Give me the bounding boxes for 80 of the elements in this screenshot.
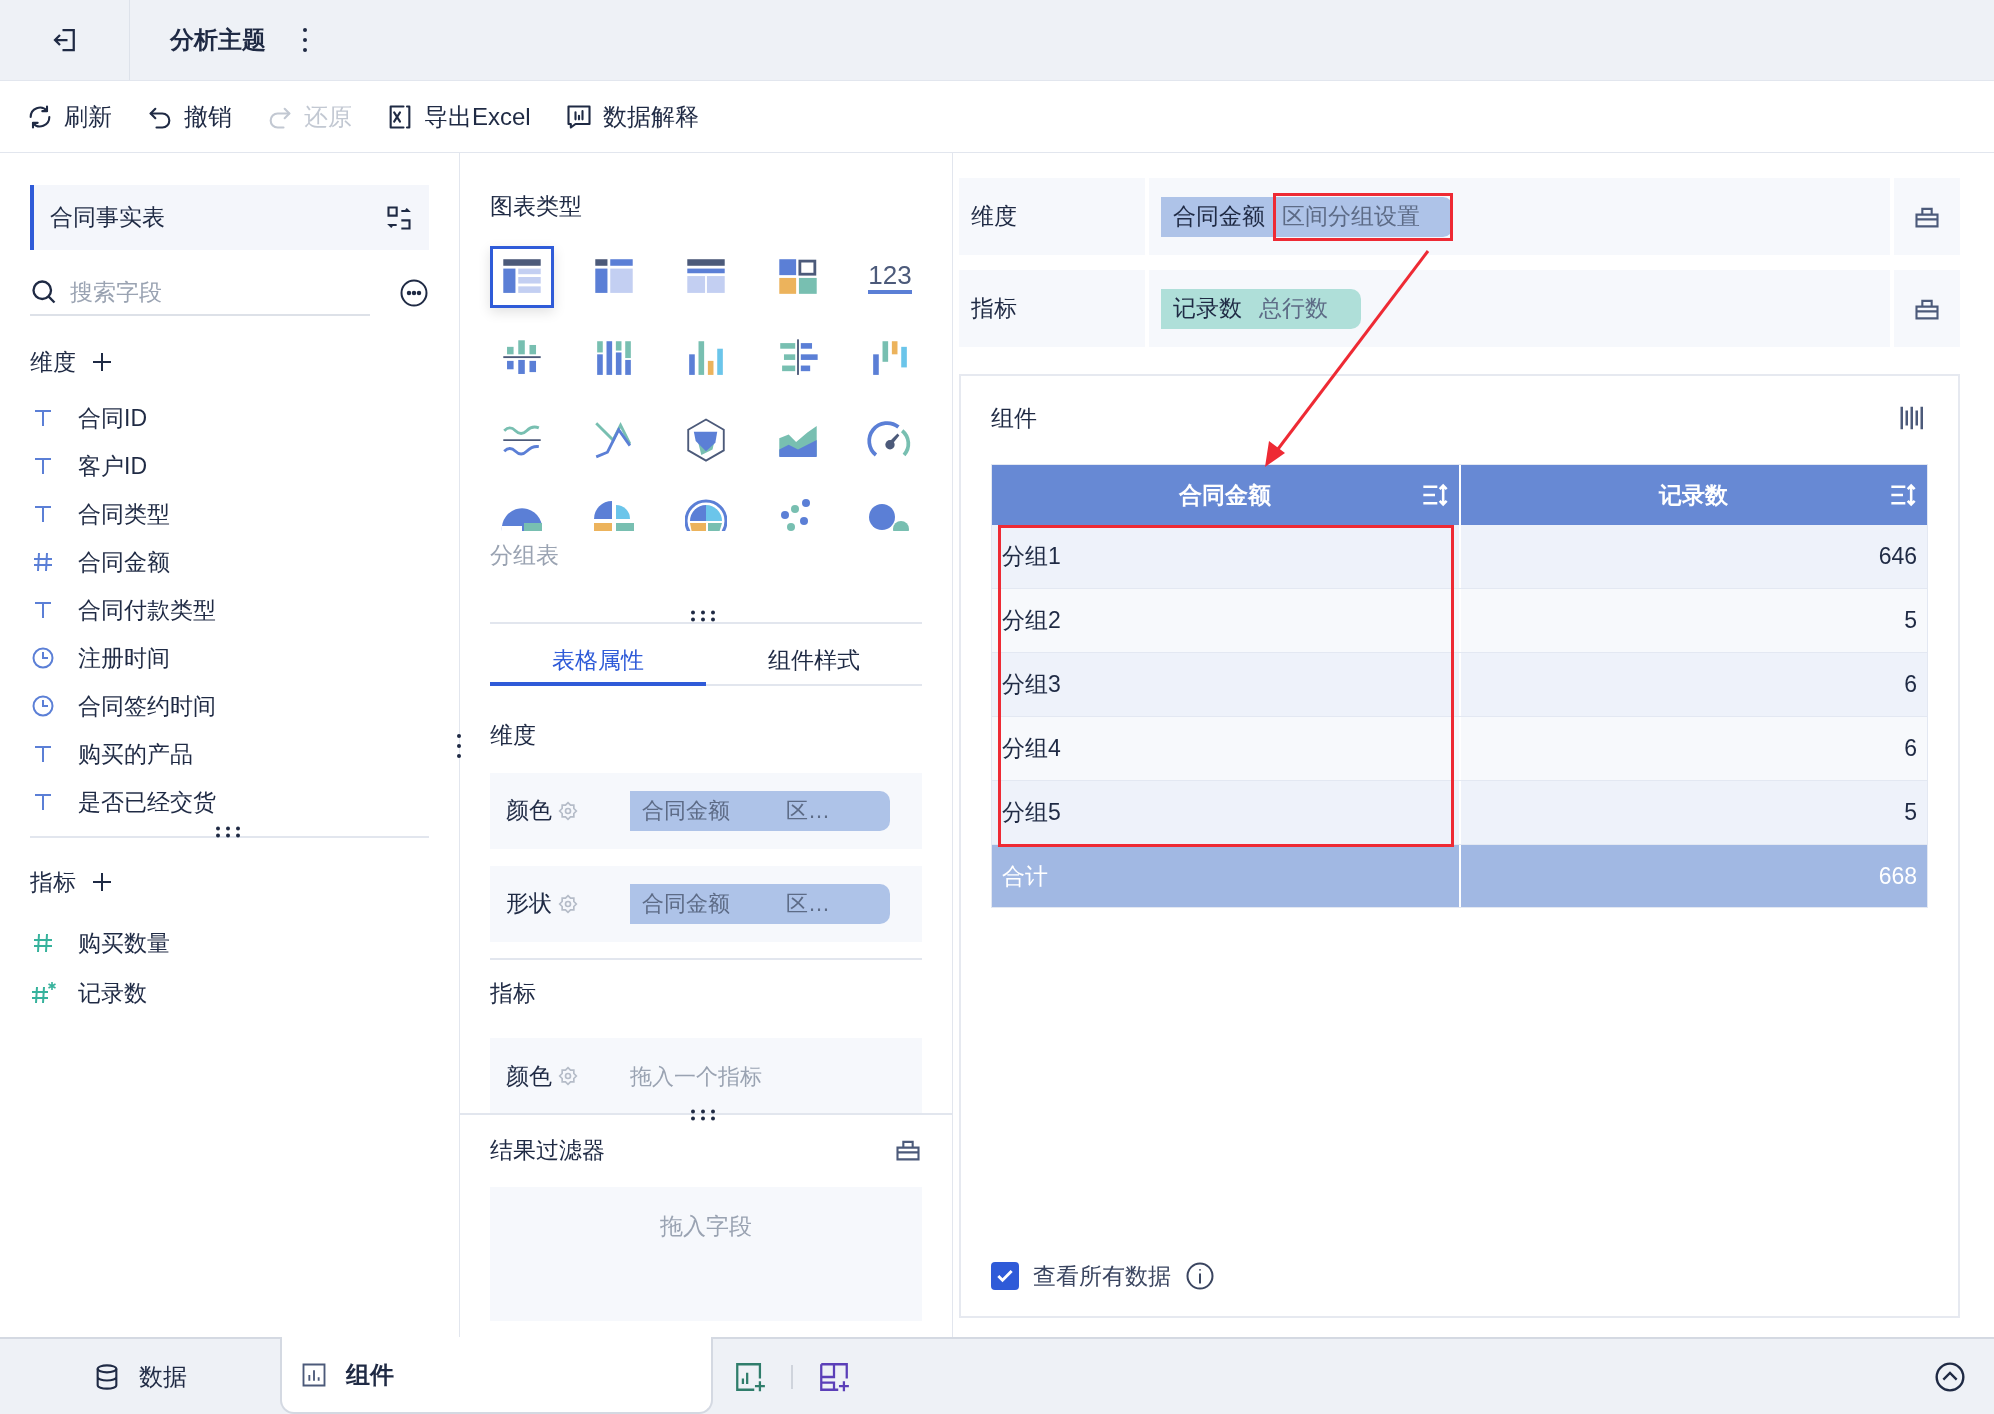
text-type-icon xyxy=(32,743,54,765)
more-options-icon[interactable] xyxy=(399,278,429,308)
clock-icon xyxy=(31,646,55,670)
number-type-icon xyxy=(32,551,54,573)
field-pill[interactable]: 记录数 总行数 xyxy=(1161,288,1361,329)
text-type-icon xyxy=(32,455,54,477)
toolbar-button[interactable]: 撤销 xyxy=(146,98,232,135)
shelf-label: 指标 xyxy=(971,294,1017,324)
property-tab[interactable]: 表格属性 xyxy=(490,638,706,686)
text-type-icon xyxy=(32,407,54,429)
text-type-icon xyxy=(32,791,54,813)
drag-handle-icon[interactable] xyxy=(215,826,241,838)
property-label: 颜色 xyxy=(506,796,552,826)
info-icon[interactable] xyxy=(1185,1261,1215,1291)
add-icon[interactable] xyxy=(90,870,114,894)
table-selector[interactable]: 合同事实表 xyxy=(30,185,429,250)
chart-comment-icon xyxy=(564,102,593,131)
section-title: 结果过滤器 xyxy=(490,1135,605,1165)
section-title: 指标 xyxy=(30,867,76,897)
field-item[interactable]: 合同签约时间 xyxy=(30,682,429,730)
section-title: 指标 xyxy=(490,978,537,1008)
total-cell: 合计 xyxy=(992,845,1461,907)
component-title: 组件 xyxy=(991,403,1037,433)
toolbar-button[interactable]: 数据解释 xyxy=(564,98,699,135)
table-cell-text: 6 xyxy=(1903,670,1918,700)
search-icon xyxy=(30,278,58,306)
field-item[interactable]: 是否已经交货 xyxy=(30,778,429,826)
text-type-icon xyxy=(32,599,54,621)
collapse-icon[interactable] xyxy=(1934,1360,1966,1393)
field-item[interactable]: 注册时间 xyxy=(30,634,429,682)
highlighted-setting: 区间分组设置 xyxy=(1273,192,1453,241)
table-cell-text: 6 xyxy=(1903,734,1918,764)
table-cell-text: 5 xyxy=(1903,606,1918,636)
checkbox[interactable] xyxy=(991,1262,1019,1290)
chart-type-hint: 分组表 xyxy=(490,540,560,570)
chart-type-option[interactable]: 123 xyxy=(858,245,922,308)
field-item[interactable]: 合同类型 xyxy=(30,490,429,538)
property-label: 形状 xyxy=(506,889,552,919)
drag-handle-icon[interactable] xyxy=(690,1109,716,1121)
property-label: 颜色 xyxy=(506,1061,552,1091)
table-name: 合同事实表 xyxy=(50,203,165,233)
clock-icon xyxy=(31,694,55,718)
field-item[interactable]: 合同付款类型 xyxy=(30,586,429,634)
setting-label: 总行数 xyxy=(1258,294,1329,324)
shelf-label: 维度 xyxy=(971,202,1017,232)
section-title: 维度 xyxy=(30,347,76,377)
chart-type-option[interactable] xyxy=(490,245,554,308)
field-item[interactable]: 购买数量 xyxy=(30,918,429,968)
chart-type-icon xyxy=(593,498,635,531)
field-item[interactable]: 合同ID xyxy=(30,394,429,442)
table-cell: 分组5 xyxy=(992,781,1461,844)
show-all-checkbox[interactable]: 查看所有数据 xyxy=(991,1258,1171,1294)
search-field[interactable]: 搜索字段 xyxy=(70,274,350,310)
section-title: 维度 xyxy=(490,721,537,750)
total-cell-text: 668 xyxy=(1877,861,1918,891)
table-cell-text: 5 xyxy=(1903,798,1918,828)
bottom-tab[interactable]: 组件 xyxy=(280,1337,713,1414)
section-title: 图表类型 xyxy=(490,192,583,221)
number-type-icon xyxy=(32,932,54,954)
field-item[interactable]: 记录数 xyxy=(30,968,429,1018)
number-asterisk-icon xyxy=(30,981,56,1005)
drop-hint: 拖入一个指标 xyxy=(630,1062,762,1091)
bottom-tab[interactable]: 数据 xyxy=(0,1339,280,1414)
drag-handle-icon[interactable] xyxy=(456,733,462,759)
chart-type-icon xyxy=(685,498,727,531)
toolbar-button[interactable]: 刷新 xyxy=(26,98,112,135)
toolbar-button[interactable]: 导出Excel xyxy=(386,98,531,135)
sort-icon[interactable] xyxy=(1889,481,1917,509)
drag-handle-icon[interactable] xyxy=(690,610,716,622)
field-item[interactable]: 购买的产品 xyxy=(30,730,429,778)
add-icon[interactable] xyxy=(90,350,114,374)
text-type-icon xyxy=(32,503,54,525)
swap-icon[interactable] xyxy=(385,203,413,232)
property-tab[interactable]: 组件样式 xyxy=(706,638,922,686)
field-item[interactable]: 合同金额 xyxy=(30,538,429,586)
field-item[interactable]: 客户ID xyxy=(30,442,429,490)
more-icon[interactable] xyxy=(302,27,308,53)
sort-icon[interactable] xyxy=(1420,481,1449,509)
page-title: 分析主题 xyxy=(170,25,266,55)
table-cell-text: 646 xyxy=(1877,542,1918,572)
